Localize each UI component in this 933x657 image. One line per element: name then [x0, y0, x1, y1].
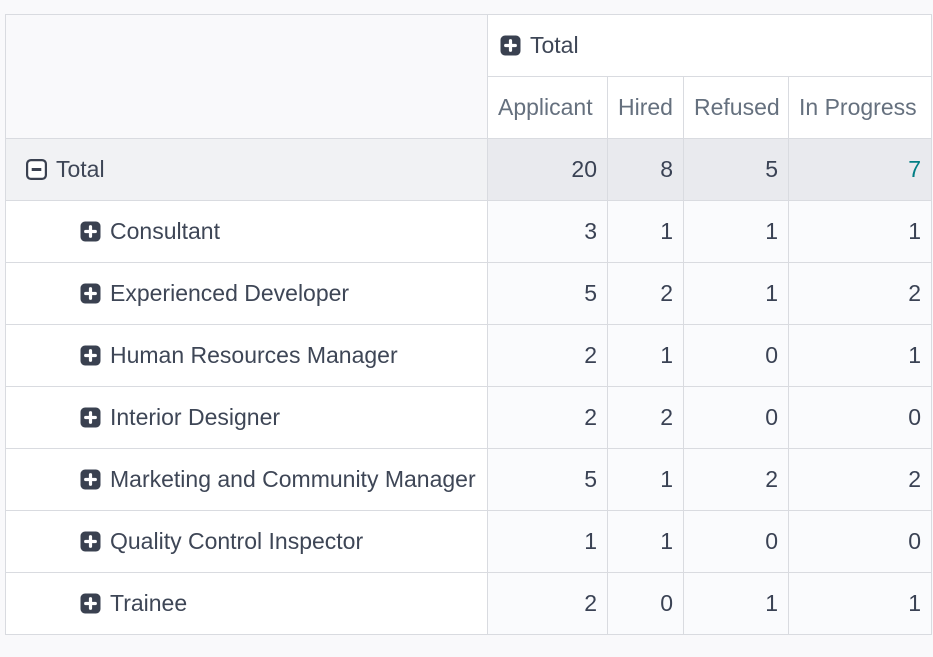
plus-square-icon[interactable] [80, 469, 101, 490]
row-header-quality-control-inspector[interactable]: Quality Control Inspector [6, 511, 488, 573]
cell-interior-designer-applicant[interactable]: 2 [488, 387, 608, 449]
cell-human-resources-manager-refused[interactable]: 0 [684, 325, 789, 387]
cell-marketing-and-community-manager-refused[interactable]: 2 [684, 449, 789, 511]
row-label: Experienced Developer [110, 280, 349, 306]
cell-quality-control-inspector-in-progress[interactable]: 0 [789, 511, 932, 573]
cell-human-resources-manager-applicant[interactable]: 2 [488, 325, 608, 387]
cell-interior-designer-hired[interactable]: 2 [608, 387, 684, 449]
plus-square-icon[interactable] [500, 35, 521, 56]
table-row-consultant: Consultant 3 1 1 1 [6, 201, 932, 263]
cell-consultant-in-progress[interactable]: 1 [789, 201, 932, 263]
row-label: Consultant [110, 218, 220, 244]
cell-marketing-and-community-manager-in-progress[interactable]: 2 [789, 449, 932, 511]
table-row-human-resources-manager: Human Resources Manager 2 1 0 1 [6, 325, 932, 387]
cell-quality-control-inspector-hired[interactable]: 1 [608, 511, 684, 573]
cell-quality-control-inspector-refused[interactable]: 0 [684, 511, 789, 573]
table-row-total: Total 20 8 5 7 [6, 139, 932, 201]
measure-header-refused[interactable]: Refused [684, 77, 789, 139]
row-label: Total [56, 156, 105, 182]
cell-experienced-developer-hired[interactable]: 2 [608, 263, 684, 325]
row-header-marketing-and-community-manager[interactable]: Marketing and Community Manager [6, 449, 488, 511]
cell-interior-designer-refused[interactable]: 0 [684, 387, 789, 449]
cell-trainee-applicant[interactable]: 2 [488, 573, 608, 635]
cell-experienced-developer-applicant[interactable]: 5 [488, 263, 608, 325]
cell-experienced-developer-refused[interactable]: 1 [684, 263, 789, 325]
minus-square-icon[interactable] [26, 159, 47, 180]
cell-experienced-developer-in-progress[interactable]: 2 [789, 263, 932, 325]
pivot-table: Total Applicant Hired Refused In Progres… [5, 14, 932, 635]
table-row-interior-designer: Interior Designer 2 2 0 0 [6, 387, 932, 449]
row-header-experienced-developer[interactable]: Experienced Developer [6, 263, 488, 325]
plus-square-icon[interactable] [80, 531, 101, 552]
plus-square-icon[interactable] [80, 283, 101, 304]
cell-human-resources-manager-hired[interactable]: 1 [608, 325, 684, 387]
table-row-experienced-developer: Experienced Developer 5 2 1 2 [6, 263, 932, 325]
cell-trainee-refused[interactable]: 1 [684, 573, 789, 635]
row-label: Interior Designer [110, 404, 280, 430]
table-row-trainee: Trainee 2 0 1 1 [6, 573, 932, 635]
row-header-interior-designer[interactable]: Interior Designer [6, 387, 488, 449]
table-row-quality-control-inspector: Quality Control Inspector 1 1 0 0 [6, 511, 932, 573]
row-label: Quality Control Inspector [110, 528, 363, 554]
cell-total-refused[interactable]: 5 [684, 139, 789, 201]
row-header-human-resources-manager[interactable]: Human Resources Manager [6, 325, 488, 387]
plus-square-icon[interactable] [80, 345, 101, 366]
cell-trainee-hired[interactable]: 0 [608, 573, 684, 635]
row-label: Trainee [110, 590, 187, 616]
row-label: Marketing and Community Manager [110, 466, 476, 492]
column-group-label: Total [530, 32, 579, 58]
row-header-total[interactable]: Total [6, 139, 488, 201]
row-label: Human Resources Manager [110, 342, 398, 368]
table-row-marketing-and-community-manager: Marketing and Community Manager 5 1 2 2 [6, 449, 932, 511]
cell-marketing-and-community-manager-hired[interactable]: 1 [608, 449, 684, 511]
measure-header-applicant[interactable]: Applicant [488, 77, 608, 139]
cell-consultant-refused[interactable]: 1 [684, 201, 789, 263]
cell-quality-control-inspector-applicant[interactable]: 1 [488, 511, 608, 573]
plus-square-icon[interactable] [80, 593, 101, 614]
row-header-consultant[interactable]: Consultant [6, 201, 488, 263]
plus-square-icon[interactable] [80, 221, 101, 242]
cell-consultant-applicant[interactable]: 3 [488, 201, 608, 263]
corner-cell [6, 15, 488, 139]
cell-total-hired[interactable]: 8 [608, 139, 684, 201]
cell-total-in-progress[interactable]: 7 [789, 139, 932, 201]
cell-interior-designer-in-progress[interactable]: 0 [789, 387, 932, 449]
cell-consultant-hired[interactable]: 1 [608, 201, 684, 263]
measure-header-in-progress[interactable]: In Progress [789, 77, 932, 139]
column-group-header-total[interactable]: Total [488, 15, 932, 77]
cell-human-resources-manager-in-progress[interactable]: 1 [789, 325, 932, 387]
column-group-row: Total [6, 15, 932, 77]
plus-square-icon[interactable] [80, 407, 101, 428]
cell-trainee-in-progress[interactable]: 1 [789, 573, 932, 635]
measure-header-hired[interactable]: Hired [608, 77, 684, 139]
row-header-trainee[interactable]: Trainee [6, 573, 488, 635]
cell-marketing-and-community-manager-applicant[interactable]: 5 [488, 449, 608, 511]
cell-total-applicant[interactable]: 20 [488, 139, 608, 201]
